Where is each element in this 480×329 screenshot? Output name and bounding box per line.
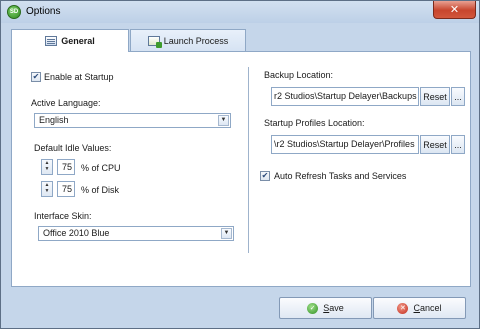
tab-launch-process-label: Launch Process (163, 35, 229, 46)
title-bar[interactable]: SD Options ✕ (1, 1, 479, 23)
profiles-location-label: Startup Profiles Location: (264, 118, 365, 128)
profiles-path-field[interactable]: \r2 Studios\Startup Delayer\Profiles (271, 135, 419, 154)
cancel-button-label: Cancel (413, 303, 442, 313)
cpu-spinner[interactable]: ▲ ▼ (41, 159, 53, 175)
skin-combo[interactable]: Office 2010 Blue ▼ (38, 226, 234, 241)
general-tab-icon (45, 36, 58, 46)
disk-spinner[interactable]: ▲ ▼ (41, 181, 53, 197)
backup-location-label: Backup Location: (264, 70, 334, 80)
window-title: Options (26, 6, 61, 17)
tab-launch-process[interactable]: Launch Process (130, 29, 246, 51)
cpu-unit-label: % of CPU (81, 163, 121, 173)
enable-startup-label: Enable at Startup (44, 72, 114, 82)
tab-general-label: General (61, 36, 95, 46)
profiles-reset-button[interactable]: Reset (420, 135, 450, 154)
auto-refresh-checkbox[interactable]: ✔ (260, 171, 270, 181)
disk-value-field[interactable]: 75 (57, 181, 75, 197)
chevron-down-icon[interactable]: ▼ (218, 115, 229, 126)
language-value: English (39, 115, 69, 125)
backup-reset-button[interactable]: Reset (420, 87, 450, 106)
enable-startup-checkbox[interactable]: ✔ (31, 72, 41, 82)
checkmark-icon: ✓ (307, 302, 319, 314)
auto-refresh-label: Auto Refresh Tasks and Services (274, 171, 407, 181)
interface-skin-label: Interface Skin: (34, 211, 92, 221)
chevron-down-icon[interactable]: ▼ (221, 228, 232, 239)
tab-general[interactable]: General (11, 29, 129, 52)
language-combo[interactable]: English ▼ (34, 113, 231, 128)
save-button-label: Save (323, 303, 344, 313)
active-language-label: Active Language: (31, 98, 101, 108)
close-icon: ✕ (449, 4, 460, 16)
options-window: SD Options ✕ General Launch Process ✔ En… (0, 0, 480, 329)
disk-unit-label: % of Disk (81, 185, 120, 195)
cpu-value-field[interactable]: 75 (57, 159, 75, 175)
cancel-icon: ✕ (397, 302, 409, 314)
column-divider (248, 67, 249, 253)
skin-value: Office 2010 Blue (43, 228, 110, 238)
close-button[interactable]: ✕ (433, 1, 476, 19)
app-icon: SD (7, 5, 21, 19)
idle-values-label: Default Idle Values: (34, 143, 112, 153)
launch-process-tab-icon (147, 35, 162, 48)
profiles-browse-button[interactable]: ... (451, 135, 465, 154)
backup-browse-button[interactable]: ... (451, 87, 465, 106)
backup-path-field[interactable]: r2 Studios\Startup Delayer\Backups (271, 87, 419, 106)
save-button[interactable]: ✓ Save (279, 297, 372, 319)
cancel-button[interactable]: ✕ Cancel (373, 297, 466, 319)
